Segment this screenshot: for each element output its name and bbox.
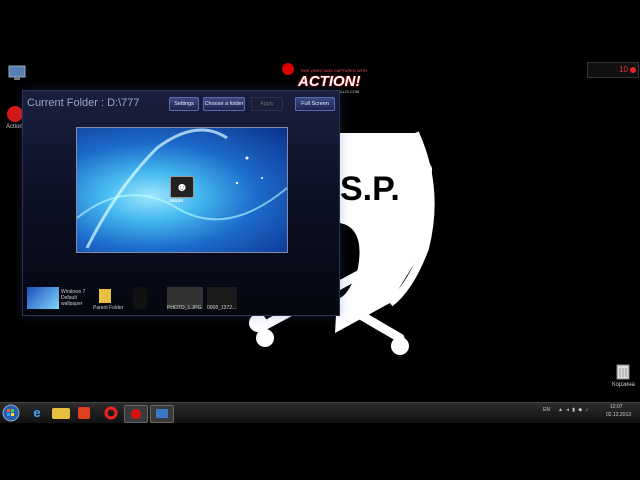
- recycle-bin-icon[interactable]: [612, 362, 634, 380]
- recorder-logo-text: ACTION!: [298, 73, 361, 90]
- thumbnail-label: Windows 7 Default wallpaper: [61, 289, 86, 307]
- action-recorder-icon[interactable]: [124, 405, 148, 423]
- record-dot-icon: [630, 67, 636, 73]
- action-desktop-label: Action: [6, 124, 23, 130]
- opera-icon[interactable]: [104, 406, 118, 420]
- tray-icons[interactable]: ▲ ◂ ▮ ◆ ♪: [558, 407, 589, 413]
- thumbnail-windows7-wallpaper[interactable]: [27, 287, 59, 309]
- apply-button[interactable]: Apply: [251, 97, 283, 111]
- computer-icon[interactable]: [6, 64, 28, 82]
- clock-date[interactable]: 02.12.2013: [606, 412, 631, 418]
- settings-button[interactable]: Settings: [169, 97, 199, 111]
- media-player-icon[interactable]: [78, 407, 90, 419]
- image-viewer-window[interactable]: Current Folder : D:\777 Settings Choose …: [22, 90, 340, 316]
- current-folder-label: Current Folder : D:\777: [27, 97, 140, 109]
- start-orb-icon[interactable]: [2, 404, 20, 422]
- recycle-bin-label: Корзина: [612, 382, 635, 388]
- wallpaper-preview: ☻ aaaaa: [76, 127, 288, 253]
- smiley-file-icon[interactable]: ☻: [170, 176, 194, 198]
- preview-caption: aaaaa: [169, 198, 183, 204]
- choose-folder-button[interactable]: Choose a folder: [203, 97, 245, 111]
- explorer-icon[interactable]: [52, 408, 70, 419]
- thumbnail-label: Parent Folder: [93, 305, 124, 311]
- recorder-widget-time: 10: [619, 65, 628, 74]
- ie-icon[interactable]: e: [28, 405, 46, 421]
- action-logo-icon: [282, 63, 294, 75]
- thumbnail-dark[interactable]: [133, 287, 147, 309]
- taskbar: e EN ▲ ◂ ▮ ◆ ♪ 12:07 02.12.2013: [0, 402, 640, 423]
- emblem-text: S.P.: [340, 170, 400, 208]
- thumbnail-label: 0008_1372...: [207, 305, 237, 311]
- language-indicator[interactable]: EN: [543, 407, 550, 413]
- full-screen-button[interactable]: Full Screen: [295, 97, 335, 111]
- clock-time[interactable]: 12:07: [610, 404, 623, 410]
- slideshow-app-icon[interactable]: [150, 405, 174, 423]
- thumbnail-label: PHOTO_1.JPG: [167, 305, 202, 311]
- parent-folder-icon[interactable]: [99, 289, 111, 303]
- recorder-widget[interactable]: 10: [587, 62, 639, 78]
